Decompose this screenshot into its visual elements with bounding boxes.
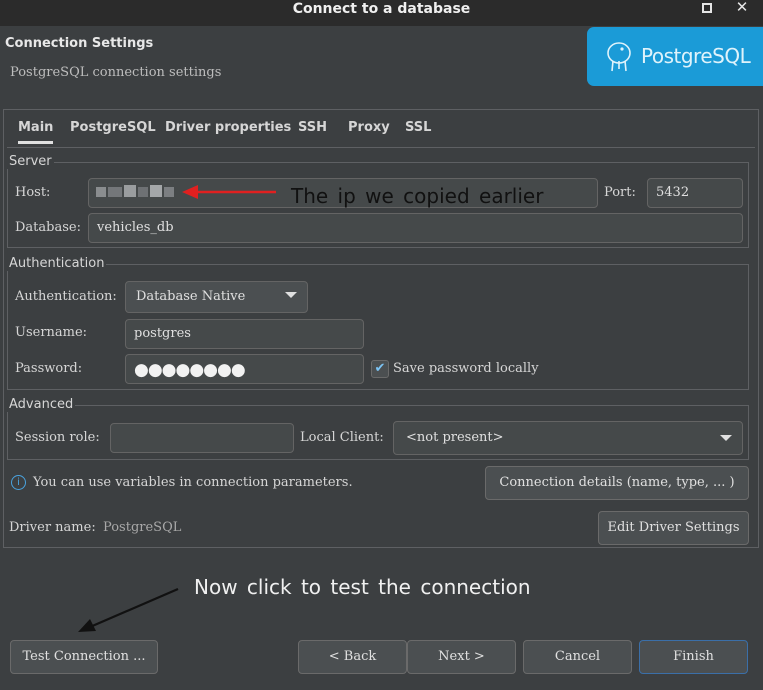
save-password-checkbox[interactable]: ✔: [371, 360, 389, 378]
driver-name-label: Driver name:: [9, 520, 96, 535]
port-label: Port:: [604, 185, 636, 200]
local-client-label: Local Client:: [300, 430, 384, 445]
elephant-icon: [607, 42, 631, 72]
session-role-input[interactable]: [110, 423, 294, 453]
tab-divider: [7, 147, 755, 148]
test-connection-button[interactable]: Test Connection ...: [10, 640, 158, 674]
database-input[interactable]: vehicles_db: [88, 213, 743, 243]
tab-postgresql[interactable]: PostgreSQL: [70, 120, 156, 144]
edit-driver-settings-button[interactable]: Edit Driver Settings: [598, 511, 749, 545]
back-button[interactable]: < Back: [298, 640, 407, 674]
variables-info-text: You can use variables in connection para…: [33, 475, 353, 490]
maximize-icon[interactable]: [702, 3, 712, 13]
info-icon: i: [11, 475, 26, 490]
username-input[interactable]: postgres: [125, 319, 364, 349]
header-subtitle: PostgreSQL connection settings: [10, 65, 222, 80]
tab-driver-properties[interactable]: Driver properties: [165, 120, 291, 144]
ip-annotation-text: The ip we copied earlier: [291, 184, 544, 208]
finish-button[interactable]: Finish: [639, 640, 748, 674]
chevron-down-icon[interactable]: [720, 435, 732, 441]
test-annotation-text: Now click to test the connection: [194, 575, 531, 599]
tab-ssh[interactable]: SSH: [298, 120, 327, 144]
close-icon[interactable]: ✕: [733, 0, 751, 16]
black-arrow-annotation: [78, 587, 179, 632]
local-client-select[interactable]: <not present>: [393, 421, 743, 455]
driver-name-value: PostgreSQL: [103, 520, 182, 535]
authentication-type-label: Authentication:: [15, 289, 117, 304]
header-title: Connection Settings: [5, 36, 154, 51]
authentication-group-label: Authentication: [7, 256, 107, 271]
server-group-label: Server: [7, 154, 54, 169]
password-label: Password:: [15, 361, 83, 376]
tab-ssl[interactable]: SSL: [405, 120, 431, 144]
username-label: Username:: [15, 325, 88, 340]
cancel-button[interactable]: Cancel: [523, 640, 632, 674]
tab-main[interactable]: Main: [18, 120, 54, 144]
redacted-host-value: [96, 185, 174, 197]
host-label: Host:: [15, 185, 51, 200]
session-role-label: Session role:: [15, 430, 100, 445]
red-arrow-annotation: [182, 185, 276, 199]
chevron-down-icon[interactable]: [285, 292, 297, 298]
connection-details-button[interactable]: Connection details (name, type, ... ): [485, 466, 749, 500]
save-password-label[interactable]: Save password locally: [393, 361, 539, 376]
authentication-type-select[interactable]: Database Native: [125, 281, 308, 313]
port-input[interactable]: 5432: [647, 178, 743, 208]
advanced-group-label: Advanced: [7, 397, 76, 412]
next-button[interactable]: Next >: [407, 640, 516, 674]
logo-text: PostgreSQL: [641, 44, 751, 68]
password-mask: ●●●●●●●●: [134, 360, 246, 380]
window-title: Connect to a database: [292, 1, 471, 17]
database-label: Database:: [15, 220, 81, 235]
tab-proxy[interactable]: Proxy: [348, 120, 390, 144]
